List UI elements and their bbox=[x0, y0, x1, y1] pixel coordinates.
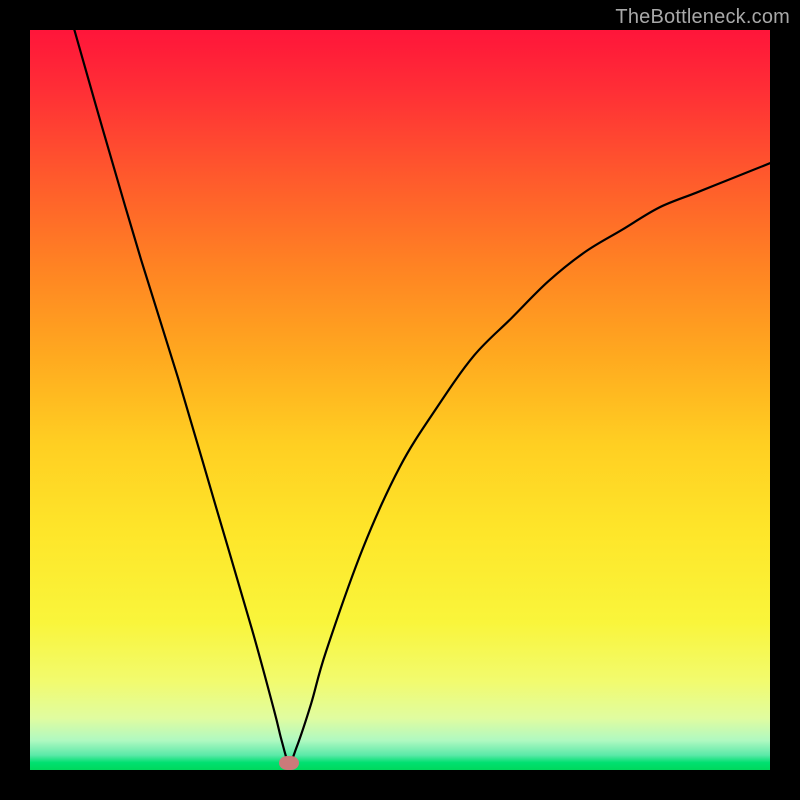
chart-frame: TheBottleneck.com bbox=[0, 0, 800, 800]
optimum-marker bbox=[279, 756, 299, 770]
bottleneck-curve bbox=[30, 30, 770, 770]
curve-path bbox=[74, 30, 770, 763]
plot-area bbox=[30, 30, 770, 770]
watermark-text: TheBottleneck.com bbox=[615, 6, 790, 29]
